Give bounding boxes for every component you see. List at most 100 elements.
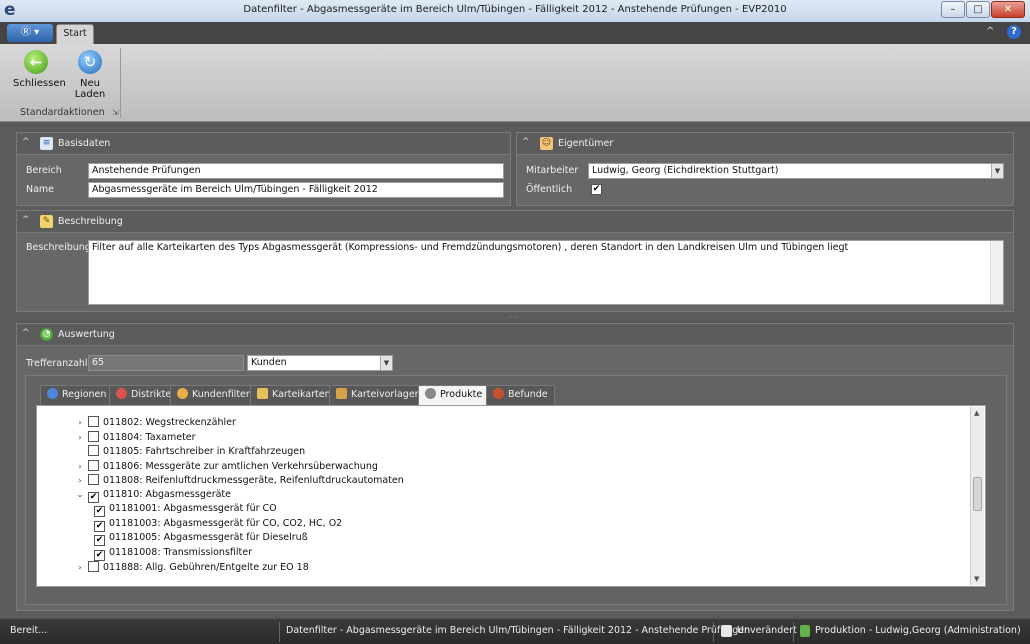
help-icon[interactable]: ? xyxy=(1007,25,1021,39)
tree-row[interactable]: ✔ 01181005: Abgasmessgerät für Dieselruß xyxy=(91,532,308,546)
maximize-button[interactable]: □ xyxy=(966,1,990,18)
tree-row[interactable]: ⌄ ✔ 011810: Abgasmessgeräte xyxy=(75,489,231,503)
tree-checkbox[interactable]: ✔ xyxy=(88,491,99,503)
tree-row[interactable]: › 011808: Reifenluftdruckmessgeräte, Reif… xyxy=(75,474,404,488)
splitter-grip[interactable]: ···· xyxy=(508,313,518,322)
tree-row[interactable]: › 011802: Wegstreckenzähler xyxy=(75,416,236,430)
group-launcher-icon[interactable]: ⇲ xyxy=(112,108,119,117)
application-menu-button[interactable]: Ⓡ ▾ xyxy=(7,24,53,42)
basisdaten-header[interactable]: ^ ≡ Basisdaten xyxy=(17,133,510,155)
tree-item-label: 011806: Messgeräte zur amtlichen Verkehr… xyxy=(103,460,378,472)
reload-button-label: Neu Laden xyxy=(74,78,106,100)
tree-row[interactable]: ✔ 01181003: Abgasmessgerät für CO, CO2, H… xyxy=(91,518,342,532)
tree-row[interactable]: › 011888: Allg. Gebühren/Entgelte zur EO … xyxy=(75,561,309,575)
scroll-up-icon[interactable]: ▲ xyxy=(974,409,979,417)
tree-row[interactable]: › 011806: Messgeräte zur amtlichen Verkeh… xyxy=(75,459,378,474)
mitarbeiter-label: Mitarbeiter xyxy=(526,165,579,176)
tree-row[interactable]: › 011804: Taxameter xyxy=(75,430,196,445)
tree-checkbox[interactable] xyxy=(88,474,99,485)
tree-row[interactable]: ✔ 01181008: Transmissionsfilter xyxy=(91,547,252,561)
scroll-thumb[interactable] xyxy=(973,477,982,511)
ribbon: ← Schliessen ↻ Neu Laden xyxy=(0,44,1030,122)
tree-item-label: 01181001: Abgasmessgerät für CO xyxy=(109,503,277,514)
tab-produkte[interactable]: Produkte xyxy=(418,385,490,405)
close-window-button[interactable]: ✕ xyxy=(991,1,1025,18)
users-icon xyxy=(177,388,188,399)
minimize-button[interactable]: – xyxy=(941,1,965,18)
reload-button[interactable]: ↻ Neu Laden xyxy=(64,50,116,100)
tab-karteivorlagen[interactable]: Karteivorlagen xyxy=(329,385,428,405)
tab-label: Karteivorlagen xyxy=(351,389,421,400)
bereich-label: Bereich xyxy=(26,165,62,176)
template-icon xyxy=(336,388,347,399)
collapse-chevron-icon[interactable]: ^ xyxy=(22,215,30,225)
ribbon-group-divider xyxy=(120,48,121,118)
ribbon-tab-bar xyxy=(0,22,1030,44)
eigentuemer-panel: ^ ☺ Eigentümer Mitarbeiter Ludwig, Georg… xyxy=(516,132,1014,206)
tree-item-label: 01181005: Abgasmessgerät für Dieselruß xyxy=(109,532,308,543)
product-tree[interactable]: › 011802: Wegstreckenzähler › 011804: Taxam… xyxy=(36,405,986,587)
status-ready: Bereit... xyxy=(10,625,48,636)
scope-combobox[interactable]: Kunden ▼ xyxy=(247,355,393,371)
expand-chevron-icon[interactable]: › xyxy=(75,476,85,485)
eigentuemer-header[interactable]: ^ ☺ Eigentümer xyxy=(517,133,1013,155)
scroll-down-icon[interactable]: ▼ xyxy=(974,575,979,583)
tab-befunde[interactable]: Befunde xyxy=(486,385,555,405)
dropdown-arrow-icon[interactable]: ▼ xyxy=(380,356,392,370)
tab-start[interactable]: Start xyxy=(56,24,94,44)
ribbon-collapse-icon[interactable]: ^ xyxy=(986,26,994,37)
expand-chevron-icon[interactable]: ⌄ xyxy=(75,490,85,499)
auswertung-header[interactable]: ^ ◔ Auswertung xyxy=(17,324,1013,346)
window-title: Datenfilter - Abgasmessgeräte im Bereich… xyxy=(243,4,787,15)
tree-row[interactable]: 011805: Fahrtschreiber in Kraftfahrzeuge… xyxy=(75,445,305,459)
tree-checkbox[interactable] xyxy=(88,416,99,427)
tab-label: Befunde xyxy=(508,389,548,400)
tab-karteikarten[interactable]: Karteikarten xyxy=(250,385,338,405)
collapse-chevron-icon[interactable]: ^ xyxy=(22,328,30,338)
mitarbeiter-value: Ludwig, Georg (Eichdirektion Stuttgart) xyxy=(592,165,779,176)
dropdown-arrow-icon[interactable]: ▼ xyxy=(991,164,1003,178)
tree-checkbox[interactable] xyxy=(88,561,99,572)
tree-checkbox[interactable] xyxy=(88,459,99,471)
tab-regionen[interactable]: Regionen xyxy=(40,385,114,405)
document-icon: ≡ xyxy=(40,137,53,150)
expand-chevron-icon[interactable]: › xyxy=(75,433,85,442)
tree-checkbox[interactable] xyxy=(88,430,99,442)
collapse-chevron-icon[interactable]: ^ xyxy=(522,137,530,147)
tree-checkbox[interactable]: ✔ xyxy=(94,520,105,532)
tree-scrollbar[interactable]: ▲ ▼ xyxy=(970,407,984,585)
tree-checkbox[interactable]: ✔ xyxy=(94,549,105,561)
close-button[interactable]: ← Schliessen xyxy=(13,50,66,89)
oeffentlich-checkbox[interactable]: ✔ xyxy=(591,184,602,195)
textarea-scrollbar[interactable] xyxy=(990,241,1003,304)
chart-icon: ◔ xyxy=(40,328,53,341)
status-divider xyxy=(793,622,794,642)
tab-distrikte[interactable]: Distrikte xyxy=(109,385,179,405)
scope-value: Kunden xyxy=(251,357,287,368)
user-icon: ☺ xyxy=(540,137,553,150)
beschreibung-label: Beschreibung xyxy=(26,242,91,253)
expand-chevron-icon[interactable]: › xyxy=(75,563,85,572)
findings-icon xyxy=(493,388,504,399)
name-field[interactable]: Abgasmessgeräte im Bereich Ulm/Tübingen … xyxy=(88,182,504,198)
eigentuemer-title: Eigentümer xyxy=(558,138,614,149)
mitarbeiter-combobox[interactable]: Ludwig, Georg (Eichdirektion Stuttgart) … xyxy=(588,163,1004,179)
tree-checkbox[interactable]: ✔ xyxy=(94,535,105,546)
collapse-chevron-icon[interactable]: ^ xyxy=(22,137,30,147)
tree-item-label: 011802: Wegstreckenzähler xyxy=(103,417,236,428)
expand-chevron-icon[interactable]: › xyxy=(75,418,85,427)
tree-checkbox[interactable] xyxy=(88,445,99,456)
status-divider xyxy=(713,622,714,642)
beschreibung-text: Filter auf alle Karteikarten des Typs Ab… xyxy=(92,242,849,253)
bereich-field[interactable]: Anstehende Prüfungen xyxy=(88,163,504,179)
tree-checkbox[interactable]: ✔ xyxy=(94,506,105,517)
beschreibung-header[interactable]: ^ ✎ Beschreibung xyxy=(17,211,1013,233)
tab-kundenfilter[interactable]: Kundenfilter xyxy=(170,385,257,405)
beschreibung-textarea[interactable]: Filter auf alle Karteikarten des Typs Ab… xyxy=(88,240,1004,305)
folder-icon xyxy=(257,388,268,399)
tree-item-label: 011810: Abgasmessgeräte xyxy=(103,488,231,500)
basisdaten-title: Basisdaten xyxy=(58,138,111,149)
expand-chevron-icon[interactable]: › xyxy=(75,462,85,471)
tree-row[interactable]: ✔ 01181001: Abgasmessgerät für CO xyxy=(91,503,277,517)
status-state: Unverändert xyxy=(737,625,797,636)
